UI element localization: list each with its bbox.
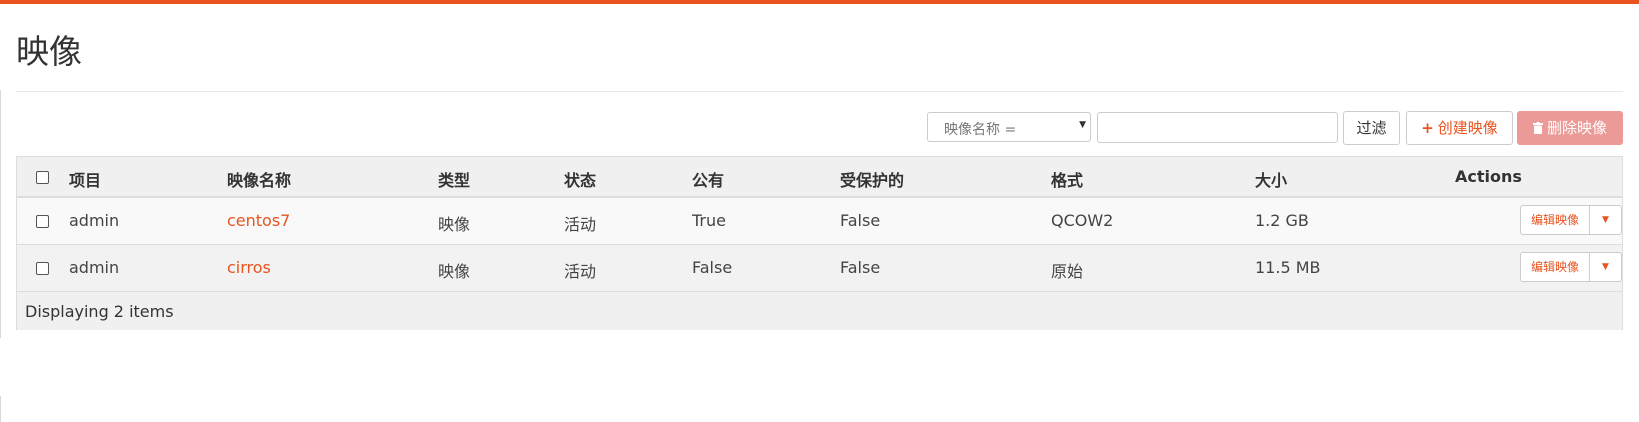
column-header-status[interactable]: 状态 xyxy=(564,167,596,191)
trash-icon xyxy=(1532,122,1543,134)
column-header-image-name[interactable]: 映像名称 xyxy=(227,167,291,191)
caret-down-icon: ▼ xyxy=(1602,215,1609,225)
table-row: admin centos7 映像 活动 True False QCOW2 1.2… xyxy=(17,198,1622,245)
top-accent-bar xyxy=(0,0,1639,4)
table-footer: Displaying 2 items xyxy=(17,292,1622,330)
cell-type: 映像 xyxy=(438,215,471,234)
column-header-public[interactable]: 公有 xyxy=(692,167,724,191)
filter-button[interactable]: 过滤 xyxy=(1343,111,1400,145)
row-actions-group: 编辑映像 ▼ xyxy=(1520,205,1622,235)
column-header-format[interactable]: 格式 xyxy=(1051,167,1083,191)
cell-status: 活动 xyxy=(564,262,597,281)
row-checkbox[interactable] xyxy=(36,215,49,228)
caret-down-icon: ▼ xyxy=(1079,120,1086,130)
cell-protected: False xyxy=(840,211,881,230)
edit-image-button[interactable]: 编辑映像 xyxy=(1521,206,1590,234)
cell-protected: False xyxy=(840,258,881,277)
image-name-link[interactable]: cirros xyxy=(227,258,271,277)
cell-public: True xyxy=(692,211,726,230)
table-row: admin cirros 映像 活动 False False 原始 11.5 M… xyxy=(17,245,1622,292)
cell-project: admin xyxy=(69,258,120,277)
column-header-size[interactable]: 大小 xyxy=(1255,167,1287,191)
caret-down-icon: ▼ xyxy=(1602,262,1609,272)
cell-format: QCOW2 xyxy=(1051,211,1114,230)
row-actions-group: 编辑映像 ▼ xyxy=(1520,252,1622,282)
column-header-protected[interactable]: 受保护的 xyxy=(840,167,904,191)
filter-field-label: 映像名称 = xyxy=(944,122,1017,138)
select-all-checkbox[interactable] xyxy=(36,171,49,184)
cell-status: 活动 xyxy=(564,215,597,234)
actions-dropdown-toggle[interactable]: ▼ xyxy=(1590,253,1621,281)
cell-project: admin xyxy=(69,211,120,230)
cell-type: 映像 xyxy=(438,262,471,281)
table-header: 项目 映像名称 类型 状态 公有 受保护的 格式 大小 Actions xyxy=(17,157,1622,198)
cell-size: 1.2 GB xyxy=(1255,211,1309,230)
delete-images-button[interactable]: 删除映像 xyxy=(1517,111,1623,145)
create-image-label: 创建映像 xyxy=(1437,119,1498,137)
filter-field-select[interactable]: 映像名称 = ▼ xyxy=(927,112,1091,142)
left-border-lower xyxy=(0,396,1,422)
title-divider xyxy=(16,91,1623,92)
plus-icon: + xyxy=(1421,119,1434,137)
row-checkbox[interactable] xyxy=(36,262,49,275)
left-border xyxy=(0,90,1,338)
delete-images-label: 删除映像 xyxy=(1546,119,1607,137)
images-table: 项目 映像名称 类型 状态 公有 受保护的 格式 大小 Actions admi… xyxy=(16,156,1623,330)
item-count: Displaying 2 items xyxy=(25,302,174,321)
actions-dropdown-toggle[interactable]: ▼ xyxy=(1590,206,1621,234)
cell-public: False xyxy=(692,258,733,277)
page-title: 映像 xyxy=(16,32,82,71)
column-header-type[interactable]: 类型 xyxy=(438,167,470,191)
create-image-button[interactable]: + 创建映像 xyxy=(1406,111,1513,145)
cell-format: 原始 xyxy=(1051,262,1084,281)
image-name-link[interactable]: centos7 xyxy=(227,211,290,230)
edit-image-button[interactable]: 编辑映像 xyxy=(1521,253,1590,281)
search-input[interactable] xyxy=(1097,112,1338,143)
column-header-actions: Actions xyxy=(1455,167,1522,186)
column-header-project[interactable]: 项目 xyxy=(69,167,101,191)
cell-size: 11.5 MB xyxy=(1255,258,1321,277)
